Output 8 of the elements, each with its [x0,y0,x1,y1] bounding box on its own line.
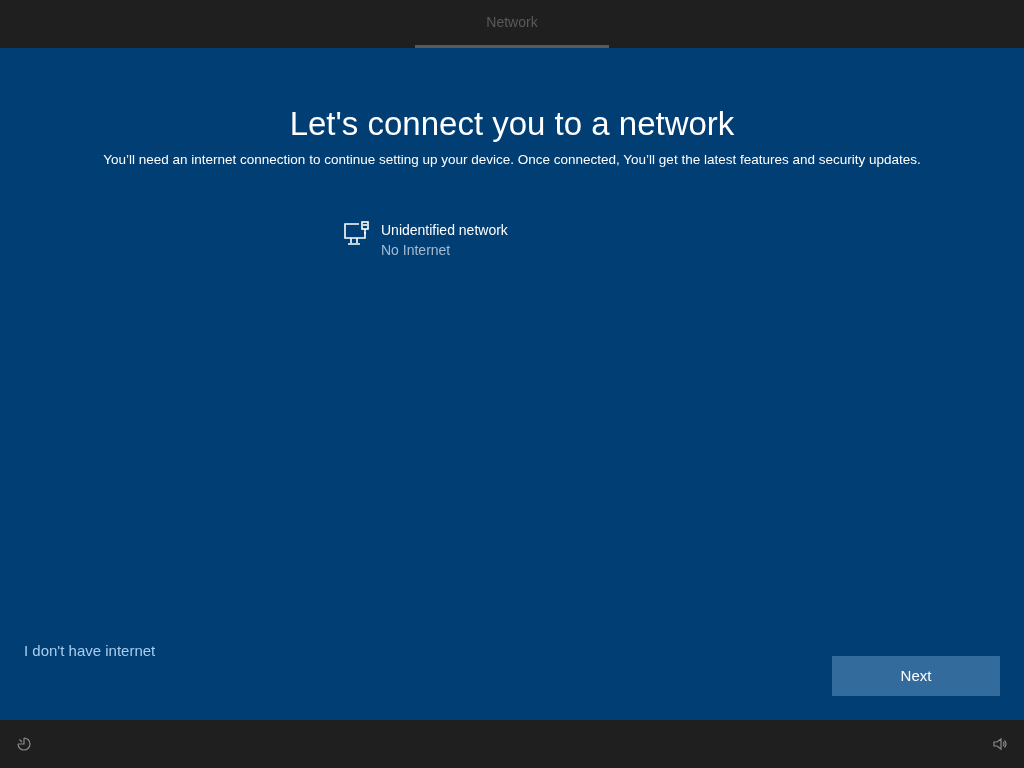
volume-icon[interactable] [992,736,1008,752]
no-internet-link[interactable]: I don't have internet [24,640,156,663]
page-description: You’ll need an internet connection to continue setting up your device. Once connected, You’ll get the latest features and security updates. [103,151,921,169]
page-title: Let's connect you to a network [289,104,735,144]
accessibility-icon[interactable] [16,736,32,752]
network-status: No Internet [381,241,452,261]
network-name[interactable]: Unidentified network [381,220,508,241]
next-button[interactable]: Next [832,656,1000,696]
